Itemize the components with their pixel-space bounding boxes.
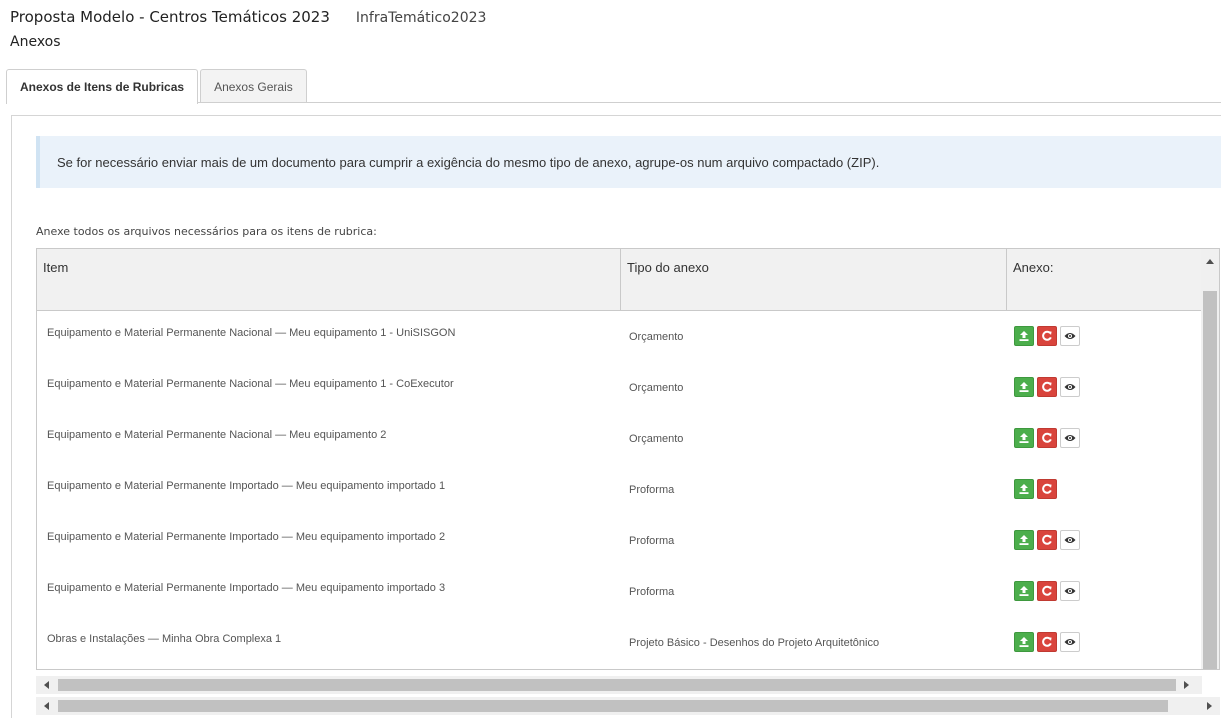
horizontal-scroll-thumb[interactable] — [58, 679, 1176, 691]
header-tipo-anexo[interactable]: Tipo do anexo — [621, 249, 1007, 310]
refresh-icon — [1042, 432, 1052, 443]
tab-anexos-gerais[interactable]: Anexos Gerais — [200, 69, 307, 103]
upload-button[interactable] — [1014, 479, 1034, 499]
upload-button[interactable] — [1014, 632, 1034, 652]
row-tipo-text: Orçamento — [629, 433, 684, 445]
horizontal-scrollbar-outer[interactable] — [36, 697, 1220, 715]
proposal-title: Proposta Modelo - Centros Temáticos 2023 — [10, 8, 330, 26]
upload-button[interactable] — [1014, 581, 1034, 601]
eye-icon — [1064, 639, 1076, 645]
row-actions — [1014, 377, 1083, 397]
eye-icon — [1064, 333, 1076, 339]
refresh-icon — [1042, 330, 1052, 341]
row-actions — [1014, 530, 1083, 550]
upload-icon — [1019, 535, 1029, 545]
vertical-scrollbar[interactable] — [1201, 249, 1219, 669]
table-row: Equipamento e Material Permanente Nacion… — [37, 413, 1203, 464]
row-item-text: Equipamento e Material Permanente Import… — [47, 480, 446, 492]
eye-icon — [1064, 384, 1076, 390]
upload-button[interactable] — [1014, 377, 1034, 397]
upload-button[interactable] — [1014, 530, 1034, 550]
eye-icon — [1064, 588, 1076, 594]
row-actions — [1014, 326, 1083, 346]
view-button[interactable] — [1060, 632, 1080, 652]
vertical-scroll-thumb[interactable] — [1203, 291, 1217, 669]
replace-button[interactable] — [1037, 530, 1057, 550]
horizontal-scroll-thumb[interactable] — [58, 700, 1168, 712]
view-button[interactable] — [1060, 326, 1080, 346]
replace-button[interactable] — [1037, 632, 1057, 652]
row-item-text: Equipamento e Material Permanente Nacion… — [47, 429, 387, 441]
row-item-text: Equipamento e Material Permanente Import… — [47, 531, 446, 543]
instruction-text: Anexe todos os arquivos necessários para… — [36, 225, 377, 238]
row-tipo-text: Proforma — [629, 586, 675, 598]
row-actions — [1014, 581, 1083, 601]
header-item[interactable]: Item — [37, 249, 621, 310]
table-header: Item Tipo do anexo Anexo: — [37, 249, 1203, 311]
upload-icon — [1019, 331, 1029, 341]
info-alert: Se for necessário enviar mais de um docu… — [36, 136, 1221, 188]
refresh-icon — [1042, 585, 1052, 596]
row-item-text: Obras e Instalações — Minha Obra Complex… — [47, 633, 282, 645]
eye-icon — [1064, 435, 1076, 441]
upload-icon — [1019, 433, 1029, 443]
section-title: Anexos — [10, 34, 61, 50]
scroll-right-arrow-icon[interactable] — [1207, 702, 1212, 710]
row-tipo-text: Proforma — [629, 484, 675, 496]
table-row: Obras e Instalações — Minha Obra Complex… — [37, 617, 1203, 668]
row-tipo-text: Projeto Básico - Desenhos do Projeto Arq… — [629, 637, 880, 649]
refresh-icon — [1042, 483, 1052, 494]
header-anexo[interactable]: Anexo: — [1007, 249, 1203, 310]
replace-button[interactable] — [1037, 326, 1057, 346]
replace-button[interactable] — [1037, 377, 1057, 397]
view-button[interactable] — [1060, 530, 1080, 550]
row-item-text: Equipamento e Material Permanente Nacion… — [47, 378, 454, 390]
refresh-icon — [1042, 534, 1052, 545]
page-header: Proposta Modelo - Centros Temáticos 2023… — [10, 8, 486, 50]
attachments-table: Item Tipo do anexo Anexo: Equipamento e … — [36, 248, 1220, 670]
scroll-up-arrow-icon[interactable] — [1206, 259, 1214, 264]
replace-button[interactable] — [1037, 581, 1057, 601]
view-button[interactable] — [1060, 377, 1080, 397]
table-body: Equipamento e Material Permanente Nacion… — [37, 311, 1203, 668]
upload-icon — [1019, 484, 1029, 494]
row-actions — [1014, 632, 1083, 652]
scroll-right-arrow-icon[interactable] — [1184, 681, 1189, 689]
proposal-code: InfraTemático2023 — [355, 10, 487, 26]
tab-anexos-itens-rubricas[interactable]: Anexos de Itens de Rubricas — [6, 69, 199, 104]
table-row: Equipamento e Material Permanente Nacion… — [37, 311, 1203, 362]
horizontal-scrollbar-inner[interactable] — [36, 676, 1202, 694]
row-tipo-text: Orçamento — [629, 331, 684, 343]
replace-button[interactable] — [1037, 479, 1057, 499]
row-actions — [1014, 428, 1083, 448]
row-tipo-text: Orçamento — [629, 382, 684, 394]
table-row: Equipamento e Material Permanente Nacion… — [37, 362, 1203, 413]
upload-icon — [1019, 586, 1029, 596]
row-item-text: Equipamento e Material Permanente Import… — [47, 582, 446, 594]
eye-icon — [1064, 537, 1076, 543]
upload-button[interactable] — [1014, 326, 1034, 346]
view-button[interactable] — [1060, 428, 1080, 448]
table-row: Equipamento e Material Permanente Import… — [37, 464, 1203, 515]
table-row: Equipamento e Material Permanente Import… — [37, 566, 1203, 617]
upload-button[interactable] — [1014, 428, 1034, 448]
tab-bar: Anexos de Itens de Rubricas Anexos Gerai… — [6, 69, 1221, 104]
upload-icon — [1019, 382, 1029, 392]
refresh-icon — [1042, 381, 1052, 392]
view-button[interactable] — [1060, 581, 1080, 601]
row-actions — [1014, 479, 1060, 499]
scroll-left-arrow-icon[interactable] — [44, 681, 49, 689]
replace-button[interactable] — [1037, 428, 1057, 448]
row-tipo-text: Proforma — [629, 535, 675, 547]
scroll-left-arrow-icon[interactable] — [44, 702, 49, 710]
refresh-icon — [1042, 636, 1052, 647]
row-item-text: Equipamento e Material Permanente Nacion… — [47, 327, 456, 339]
upload-icon — [1019, 637, 1029, 647]
table-row: Equipamento e Material Permanente Import… — [37, 515, 1203, 566]
